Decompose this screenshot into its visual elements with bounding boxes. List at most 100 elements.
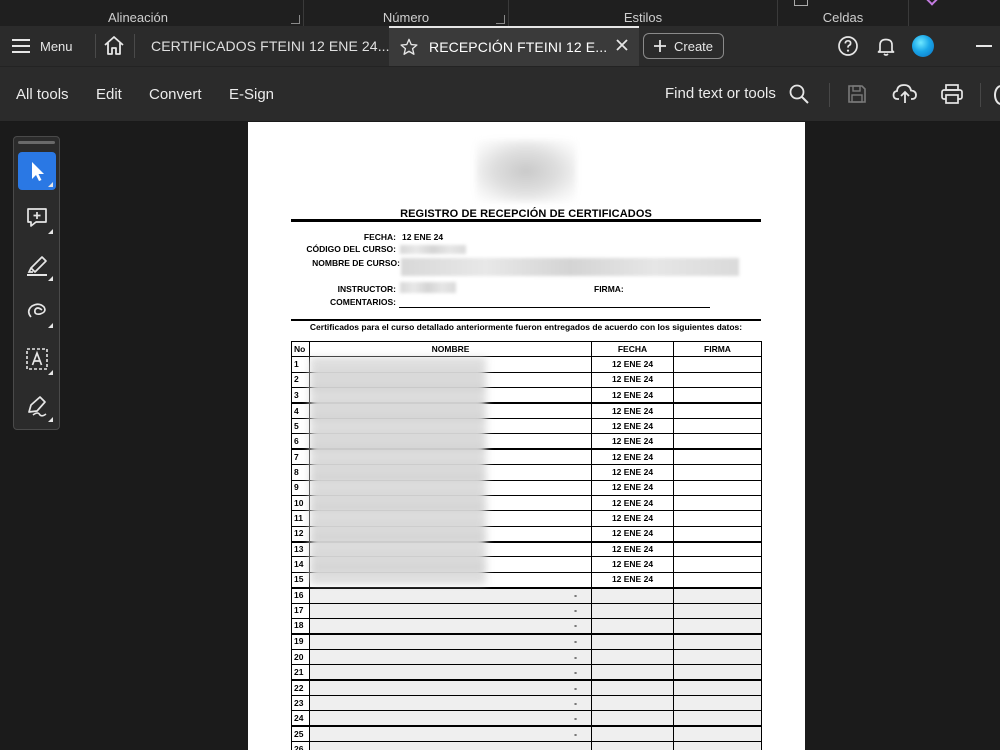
row-number: 5 (291, 417, 310, 435)
row-signature (673, 587, 762, 604)
row-name: - (309, 633, 592, 650)
row-number: 9 (291, 479, 310, 496)
divider (980, 83, 981, 107)
row-number: 18 (291, 618, 310, 635)
rail-grip[interactable] (18, 141, 55, 144)
table-row: 26 (291, 741, 762, 750)
help-icon[interactable] (837, 35, 859, 57)
upload-cloud-icon[interactable] (892, 81, 918, 105)
row-number: 23 (291, 694, 310, 712)
print-icon[interactable] (940, 82, 964, 106)
row-date: 12 ENE 24 (591, 402, 674, 419)
convert-button[interactable]: Convert (149, 86, 202, 103)
account-avatar[interactable] (912, 35, 934, 57)
e-sign-button[interactable]: E-Sign (229, 86, 274, 103)
text-box-tool[interactable] (18, 340, 56, 378)
tab-certificados[interactable]: CERTIFICADOS FTEINI 12 ENE 24... (136, 26, 390, 66)
add-comment-tool[interactable] (18, 199, 56, 237)
row-signature (673, 694, 762, 712)
instructor-label: INSTRUCTOR: (337, 284, 396, 294)
dialog-launcher-icon[interactable] (496, 15, 505, 24)
edit-button[interactable]: Edit (96, 86, 122, 103)
row-signature (673, 664, 762, 682)
row-date: 12 ENE 24 (591, 525, 674, 543)
create-button[interactable]: Create (643, 33, 724, 59)
row-number: 17 (291, 602, 310, 620)
notifications-bell-icon[interactable] (875, 35, 897, 57)
row-date (591, 664, 674, 682)
hamburger-icon (12, 39, 30, 53)
row-signature (673, 541, 762, 558)
tab-label: CERTIFICADOS FTEINI 12 ENE 24... (151, 38, 390, 54)
row-number: 26 (291, 741, 310, 750)
tab-recepcion-active[interactable]: RECEPCIÓN FTEINI 12 E... (389, 26, 639, 66)
menu-button[interactable]: Menu (12, 34, 73, 58)
row-number: 19 (291, 633, 310, 650)
row-number: 10 (291, 494, 310, 512)
highlight-tool[interactable] (18, 246, 56, 284)
sign-tool[interactable] (18, 387, 56, 425)
table-row: 22- (291, 679, 762, 696)
col-header-no: No (291, 340, 310, 358)
divider (134, 34, 135, 58)
table-row: 21- (291, 664, 762, 682)
row-signature (673, 618, 762, 635)
table-row: 16- (291, 587, 762, 604)
redacted-names (310, 358, 486, 584)
row-date (591, 741, 674, 750)
table-row: 23- (291, 694, 762, 712)
ribbon-group-label: Alineación (108, 10, 168, 25)
row-signature (673, 571, 762, 589)
row-date: 12 ENE 24 (591, 479, 674, 496)
row-signature (673, 356, 762, 373)
codigo-label: CÓDIGO DEL CURSO: (306, 244, 396, 254)
plus-icon (654, 40, 666, 52)
row-name: - (309, 725, 592, 743)
row-name: - (309, 679, 592, 696)
close-tab-icon[interactable] (615, 38, 629, 52)
row-date (591, 648, 674, 666)
row-signature (673, 387, 762, 405)
row-signature (673, 417, 762, 435)
redacted-logo (476, 140, 576, 202)
title-rule (291, 219, 761, 222)
dialog-launcher-icon[interactable] (291, 15, 300, 24)
tab-label: RECEPCIÓN FTEINI 12 E... (429, 39, 608, 55)
row-number: 24 (291, 710, 310, 728)
row-name: - (309, 710, 592, 728)
row-signature (673, 433, 762, 451)
all-tools-button[interactable]: All tools (16, 86, 69, 103)
row-date: 12 ENE 24 (591, 448, 674, 466)
row-number: 15 (291, 571, 310, 589)
search-icon[interactable] (788, 83, 810, 105)
row-signature (673, 464, 762, 481)
table-row: 24- (291, 710, 762, 728)
select-tool[interactable] (18, 152, 56, 190)
row-number: 1 (291, 356, 310, 373)
ribbon-group-label: Celdas (822, 10, 864, 25)
minimize-icon[interactable] (976, 45, 992, 47)
row-number: 12 (291, 525, 310, 543)
fecha-value: 12 ENE 24 (402, 232, 444, 242)
row-number: 4 (291, 402, 310, 419)
find-text-or-tools[interactable]: Find text or tools (665, 85, 776, 102)
star-icon[interactable] (399, 37, 419, 57)
row-number: 21 (291, 664, 310, 682)
overflow-icon[interactable] (994, 85, 1000, 105)
row-date: 12 ENE 24 (591, 464, 674, 481)
divider (95, 34, 96, 58)
row-number: 14 (291, 556, 310, 573)
row-date (591, 587, 674, 604)
row-name: - (309, 694, 592, 712)
row-date (591, 710, 674, 728)
fecha-label: FECHA: (363, 232, 396, 242)
table-row: 18- (291, 618, 762, 635)
row-name: - (309, 618, 592, 635)
copilot-icon (926, 0, 938, 6)
draw-tool[interactable] (18, 293, 56, 331)
row-number: 11 (291, 510, 310, 527)
home-button[interactable] (102, 34, 126, 58)
save-icon[interactable] (846, 83, 868, 105)
row-signature (673, 602, 762, 620)
row-date: 12 ENE 24 (591, 417, 674, 435)
